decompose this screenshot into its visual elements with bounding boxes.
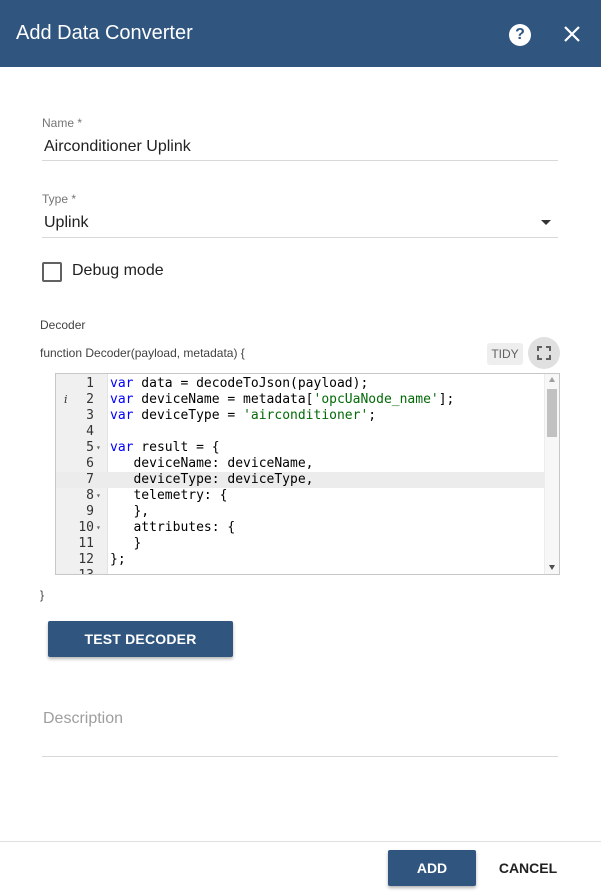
line-number: 11 [78,536,94,551]
scroll-up-icon[interactable] [549,377,555,382]
code-text: telemetry: { [110,488,228,503]
code-line[interactable]: 1 var data = decodeToJson(payload); [56,376,544,392]
function-closing-brace: } [40,588,45,602]
add-button[interactable]: ADD [388,850,476,886]
dropdown-arrow-icon[interactable] [541,220,551,225]
code-text: deviceType: deviceType, [110,472,314,487]
help-icon[interactable]: ? [509,24,531,46]
code-line[interactable]: 7 deviceType: deviceType, [56,472,544,488]
code-line[interactable]: 4 [56,424,544,440]
code-line[interactable]: 11 } [56,536,544,552]
type-underline [42,237,558,238]
type-label: Type * [42,192,77,206]
scroll-thumb[interactable] [547,389,557,437]
fullscreen-icon[interactable] [528,337,560,369]
code-text: attributes: { [110,520,236,535]
line-number: 6 [86,456,94,471]
test-decoder-button[interactable]: TEST DECODER FUNCTION [48,621,233,683]
code-line[interactable]: 6 deviceName: deviceName, [56,456,544,472]
code-line[interactable]: 2 i var deviceName = metadata['opcUaNode_n… [56,392,544,408]
line-number: 1 [86,376,94,391]
code-text: }; [110,552,126,567]
fold-arrow-icon[interactable]: ▾ [96,440,101,456]
line-number: 5 [86,440,94,455]
code-line[interactable]: 9 }, [56,504,544,520]
description-underline [42,756,558,757]
description-input[interactable]: Description [43,710,123,728]
code-line[interactable]: 5 ▾ var result = { [56,440,544,456]
type-select[interactable]: Uplink [44,214,88,232]
code-text: var result = { [110,440,220,455]
code-text: }, [110,504,150,519]
debug-mode-checkbox[interactable] [42,262,62,282]
code-line[interactable]: 8 ▾ telemetry: { [56,488,544,504]
line-number: 13 [56,568,94,574]
line-number: 2 [86,392,94,407]
code-text: var deviceType = 'airconditioner'; [110,408,377,423]
scroll-down-icon[interactable] [549,565,555,570]
code-line[interactable]: 3 var deviceType = 'airconditioner'; [56,408,544,424]
line-number: 8 [86,488,94,503]
code-line[interactable]: 13 [56,568,544,574]
dialog-title: Add Data Converter [16,22,193,44]
code-line[interactable]: 10 ▾ attributes: { [56,520,544,536]
tidy-button[interactable]: TIDY [487,343,523,365]
line-number: 10 [78,520,94,535]
function-signature: function Decoder(payload, metadata) { [40,346,245,360]
code-text: var data = decodeToJson(payload); [110,376,369,391]
line-number: 7 [86,472,94,487]
fold-arrow-icon[interactable]: ▾ [96,488,101,504]
code-line[interactable]: 12}; [56,552,544,568]
name-label: Name * [42,116,83,130]
dialog-header: Add Data Converter ? [0,0,601,67]
editor-scrollbar[interactable] [544,374,559,574]
decoder-label: Decoder [40,318,86,332]
line-number: 12 [78,552,94,567]
name-input[interactable]: Airconditioner Uplink [44,138,191,156]
line-number: 4 [86,424,94,439]
code-text: } [110,536,142,551]
code-editor[interactable]: 1 var data = decodeToJson(payload); 2 i var … [55,373,560,575]
name-underline [42,160,558,161]
cancel-button[interactable]: CANCEL [488,850,568,886]
code-text: deviceName: deviceName, [110,456,314,471]
fold-arrow-icon[interactable]: ▾ [96,520,101,536]
line-number: 3 [86,408,94,423]
close-icon[interactable] [560,22,584,46]
code-text: var deviceName = metadata['opcUaNode_nam… [110,392,455,407]
info-annotation-icon[interactable]: i [64,392,68,408]
footer-divider [0,841,601,842]
debug-mode-label[interactable]: Debug mode [72,262,164,280]
line-number: 9 [86,504,94,519]
